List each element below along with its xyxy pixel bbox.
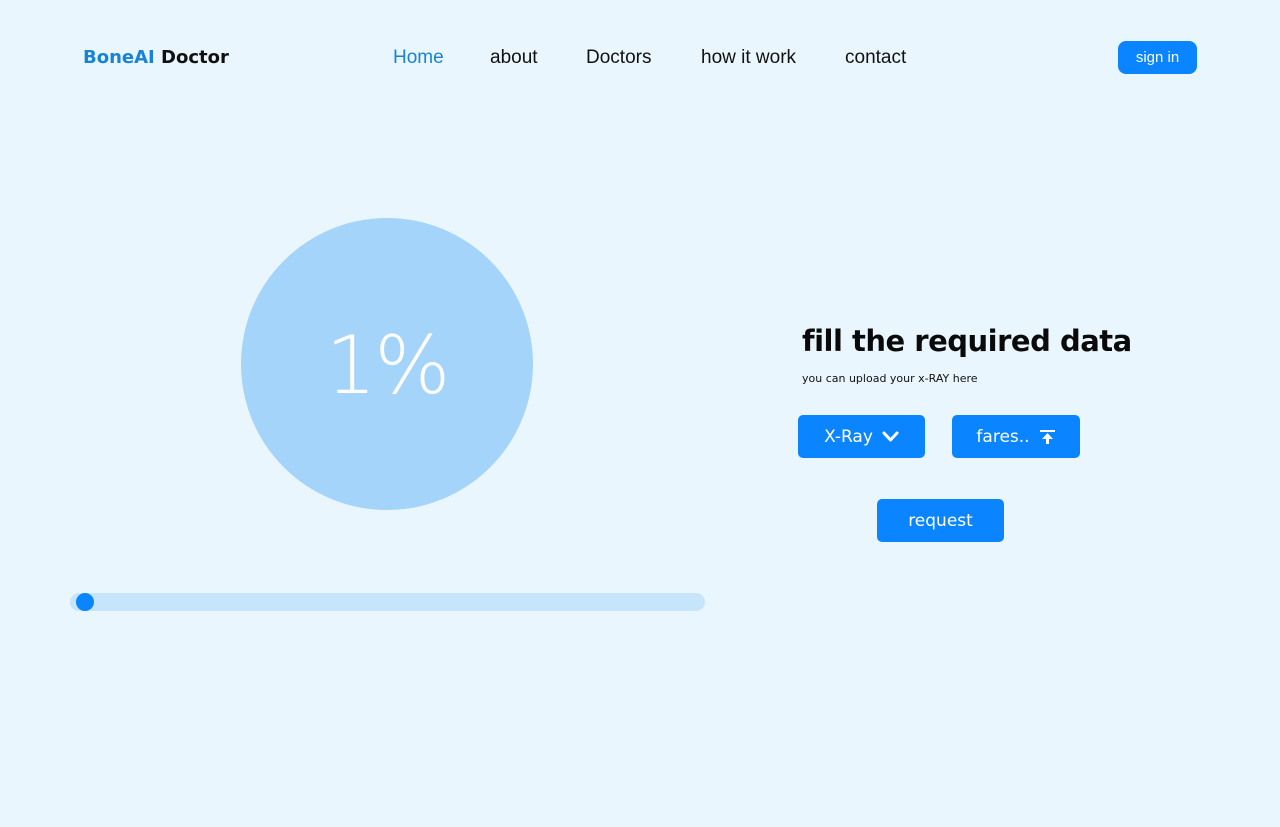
nav-home[interactable]: Home — [393, 47, 444, 69]
sign-in-button[interactable]: sign in — [1118, 41, 1197, 74]
logo-rest: Doctor — [161, 47, 229, 68]
upload-icon — [1039, 429, 1056, 445]
nav-about[interactable]: about — [490, 47, 538, 69]
nav-contact[interactable]: contact — [845, 47, 906, 69]
request-button[interactable]: request — [877, 499, 1004, 542]
nav-doctors[interactable]: Doctors — [586, 47, 651, 69]
logo-brand: BoneAI — [83, 47, 155, 68]
progress-track[interactable] — [70, 593, 705, 611]
file-upload-label: fares.. — [976, 426, 1030, 447]
nav-how-it-work[interactable]: how it work — [701, 47, 796, 69]
xray-type-select[interactable]: X-Ray — [798, 415, 925, 458]
page: BoneAI Doctor Home about Doctors how it … — [0, 0, 1280, 827]
form-heading: fill the required data — [802, 324, 1132, 358]
chevron-down-icon — [882, 431, 899, 443]
progress-circle: 1% — [241, 218, 533, 510]
form-subtext: you can upload your x-RAY here — [802, 372, 978, 385]
xray-type-value: X-Ray — [824, 426, 873, 447]
logo[interactable]: BoneAI Doctor — [83, 47, 229, 68]
file-upload-button[interactable]: fares.. — [952, 415, 1080, 458]
progress-percent: 1% — [325, 318, 451, 412]
